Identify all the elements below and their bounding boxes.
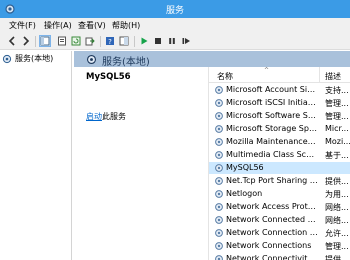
service-description: 为用... [325,190,349,199]
show-hide-icon[interactable] [118,35,130,47]
list-header: 名称 ^ 描述 [209,67,350,83]
menu-action[interactable]: 操作(A) [44,20,72,31]
menu-help[interactable]: 帮助(H) [112,20,140,31]
tree-item-services-local[interactable]: 服务(本地) [2,53,53,64]
service-row[interactable]: Network Connected Devi... 网络... [209,214,350,226]
title-bar[interactable]: 服务 [0,0,350,18]
service-name: MySQL56 [226,163,264,172]
services-pane: 服务(本地) MySQL56 启动此服务 名称 ^ 描述 Microsoft A… [74,51,350,260]
toolbar-separator [134,36,135,47]
service-gear-icon [215,125,223,133]
service-description: 网络... [325,216,349,225]
service-name: Netlogon [226,189,263,198]
service-description: Micr... [325,124,349,133]
service-gear-icon [215,86,223,94]
service-gear-icon [215,229,223,237]
pane-header: 服务(本地) [74,51,350,68]
service-description-panel: MySQL56 启动此服务 [74,67,208,260]
service-description: 管理... [325,112,349,121]
service-gear-icon [215,151,223,159]
service-row[interactable]: Microsoft Account Sign-i... 支持... [209,84,350,96]
service-description: 允许... [325,229,349,238]
svg-text:?: ? [108,38,112,46]
services-list: 名称 ^ 描述 Microsoft Account Sign-i... 支持...… [208,67,350,260]
service-name: Microsoft Software Shad... [226,111,318,120]
service-row[interactable]: Mozilla Maintenance Ser... Mozi... [209,136,350,148]
service-name: Microsoft Storage Space... [226,124,318,133]
service-description: 基于... [325,151,349,160]
service-name: Microsoft Account Sign-i... [226,85,318,94]
service-row[interactable]: Net.Tcp Port Sharing Ser... 提供... [209,175,350,187]
service-row[interactable]: Network Connection Bro... 允许... [209,227,350,239]
service-row[interactable]: Microsoft Software Shad... 管理... [209,110,350,122]
service-gear-icon [215,177,223,185]
service-name: Network Access Protecti... [226,202,318,211]
column-header-name[interactable]: 名称 [217,71,233,82]
menu-view[interactable]: 查看(V) [78,20,106,31]
service-gear-icon [215,164,223,172]
service-row[interactable]: Multimedia Class Schedu... 基于... [209,149,350,161]
service-row[interactable]: Network Connections 管理... [209,240,350,252]
service-gear-icon [215,99,223,107]
console-tree: 服务(本地) [0,51,72,260]
toolbar-separator [35,36,36,47]
service-name: Network Connectivity Ass... [226,254,318,260]
service-gear-icon [215,190,223,198]
window-title: 服务 [165,6,184,16]
service-description: 网络... [325,203,349,212]
services-gear-icon [86,54,97,65]
restart-icon[interactable] [180,35,192,47]
service-row[interactable]: Netlogon 为用... [209,188,350,200]
service-row[interactable]: Microsoft iSCSI Initiator ... 管理... [209,97,350,109]
export-icon[interactable] [84,35,96,47]
refresh-icon[interactable] [70,35,82,47]
service-name: Multimedia Class Schedu... [226,150,318,159]
service-name: Network Connections [226,241,312,250]
service-description: 提供... [325,177,349,186]
service-row[interactable]: Network Access Protecti... 网络... [209,201,350,213]
service-description: 提供... [325,255,349,260]
service-row[interactable]: MySQL56 [209,162,350,174]
service-description: 管理... [325,99,349,108]
column-header-description[interactable]: 描述 [325,71,341,82]
services-gear-icon [2,54,12,63]
menu-bar: 文件(F) 操作(A) 查看(V) 帮助(H) [0,18,350,33]
start-service-line: 启动此服务 [86,111,126,122]
service-name: Mozilla Maintenance Ser... [226,137,318,146]
console-tree-icon[interactable] [39,35,51,47]
sort-ascending-icon: ^ [264,67,270,74]
stop-icon[interactable] [152,35,164,47]
service-description: 管理... [325,242,349,251]
menu-file[interactable]: 文件(F) [9,20,36,31]
service-name: Network Connected Devi... [226,215,318,224]
pane-header-title: 服务(本地) [102,57,150,68]
service-description: 支持... [325,86,349,95]
pause-icon[interactable] [166,35,178,47]
service-row[interactable]: Microsoft Storage Space... Micr... [209,123,350,135]
play-icon[interactable] [138,35,150,47]
help-icon[interactable]: ? [104,35,116,47]
back-icon[interactable] [6,35,18,47]
selected-service-name: MySQL56 [86,72,131,82]
start-service-suffix: 此服务 [102,112,126,121]
service-gear-icon [215,138,223,146]
service-gear-icon [215,255,223,260]
start-service-link[interactable]: 启动 [86,112,102,121]
service-gear-icon [215,242,223,250]
service-name: Network Connection Bro... [226,228,318,237]
service-name: Net.Tcp Port Sharing Ser... [226,176,318,185]
service-gear-icon [215,112,223,120]
column-divider[interactable] [319,67,320,83]
service-name: Microsoft iSCSI Initiator ... [226,98,318,107]
tree-item-label: 服务(本地) [15,54,54,63]
service-description: Mozi... [325,137,350,146]
service-row[interactable]: Network Connectivity Ass... 提供... [209,253,350,260]
service-gear-icon [215,203,223,211]
toolbar: ? [0,33,350,50]
service-gear-icon [215,216,223,224]
properties-icon[interactable] [56,35,68,47]
toolbar-separator [100,36,101,47]
forward-icon[interactable] [20,35,32,47]
